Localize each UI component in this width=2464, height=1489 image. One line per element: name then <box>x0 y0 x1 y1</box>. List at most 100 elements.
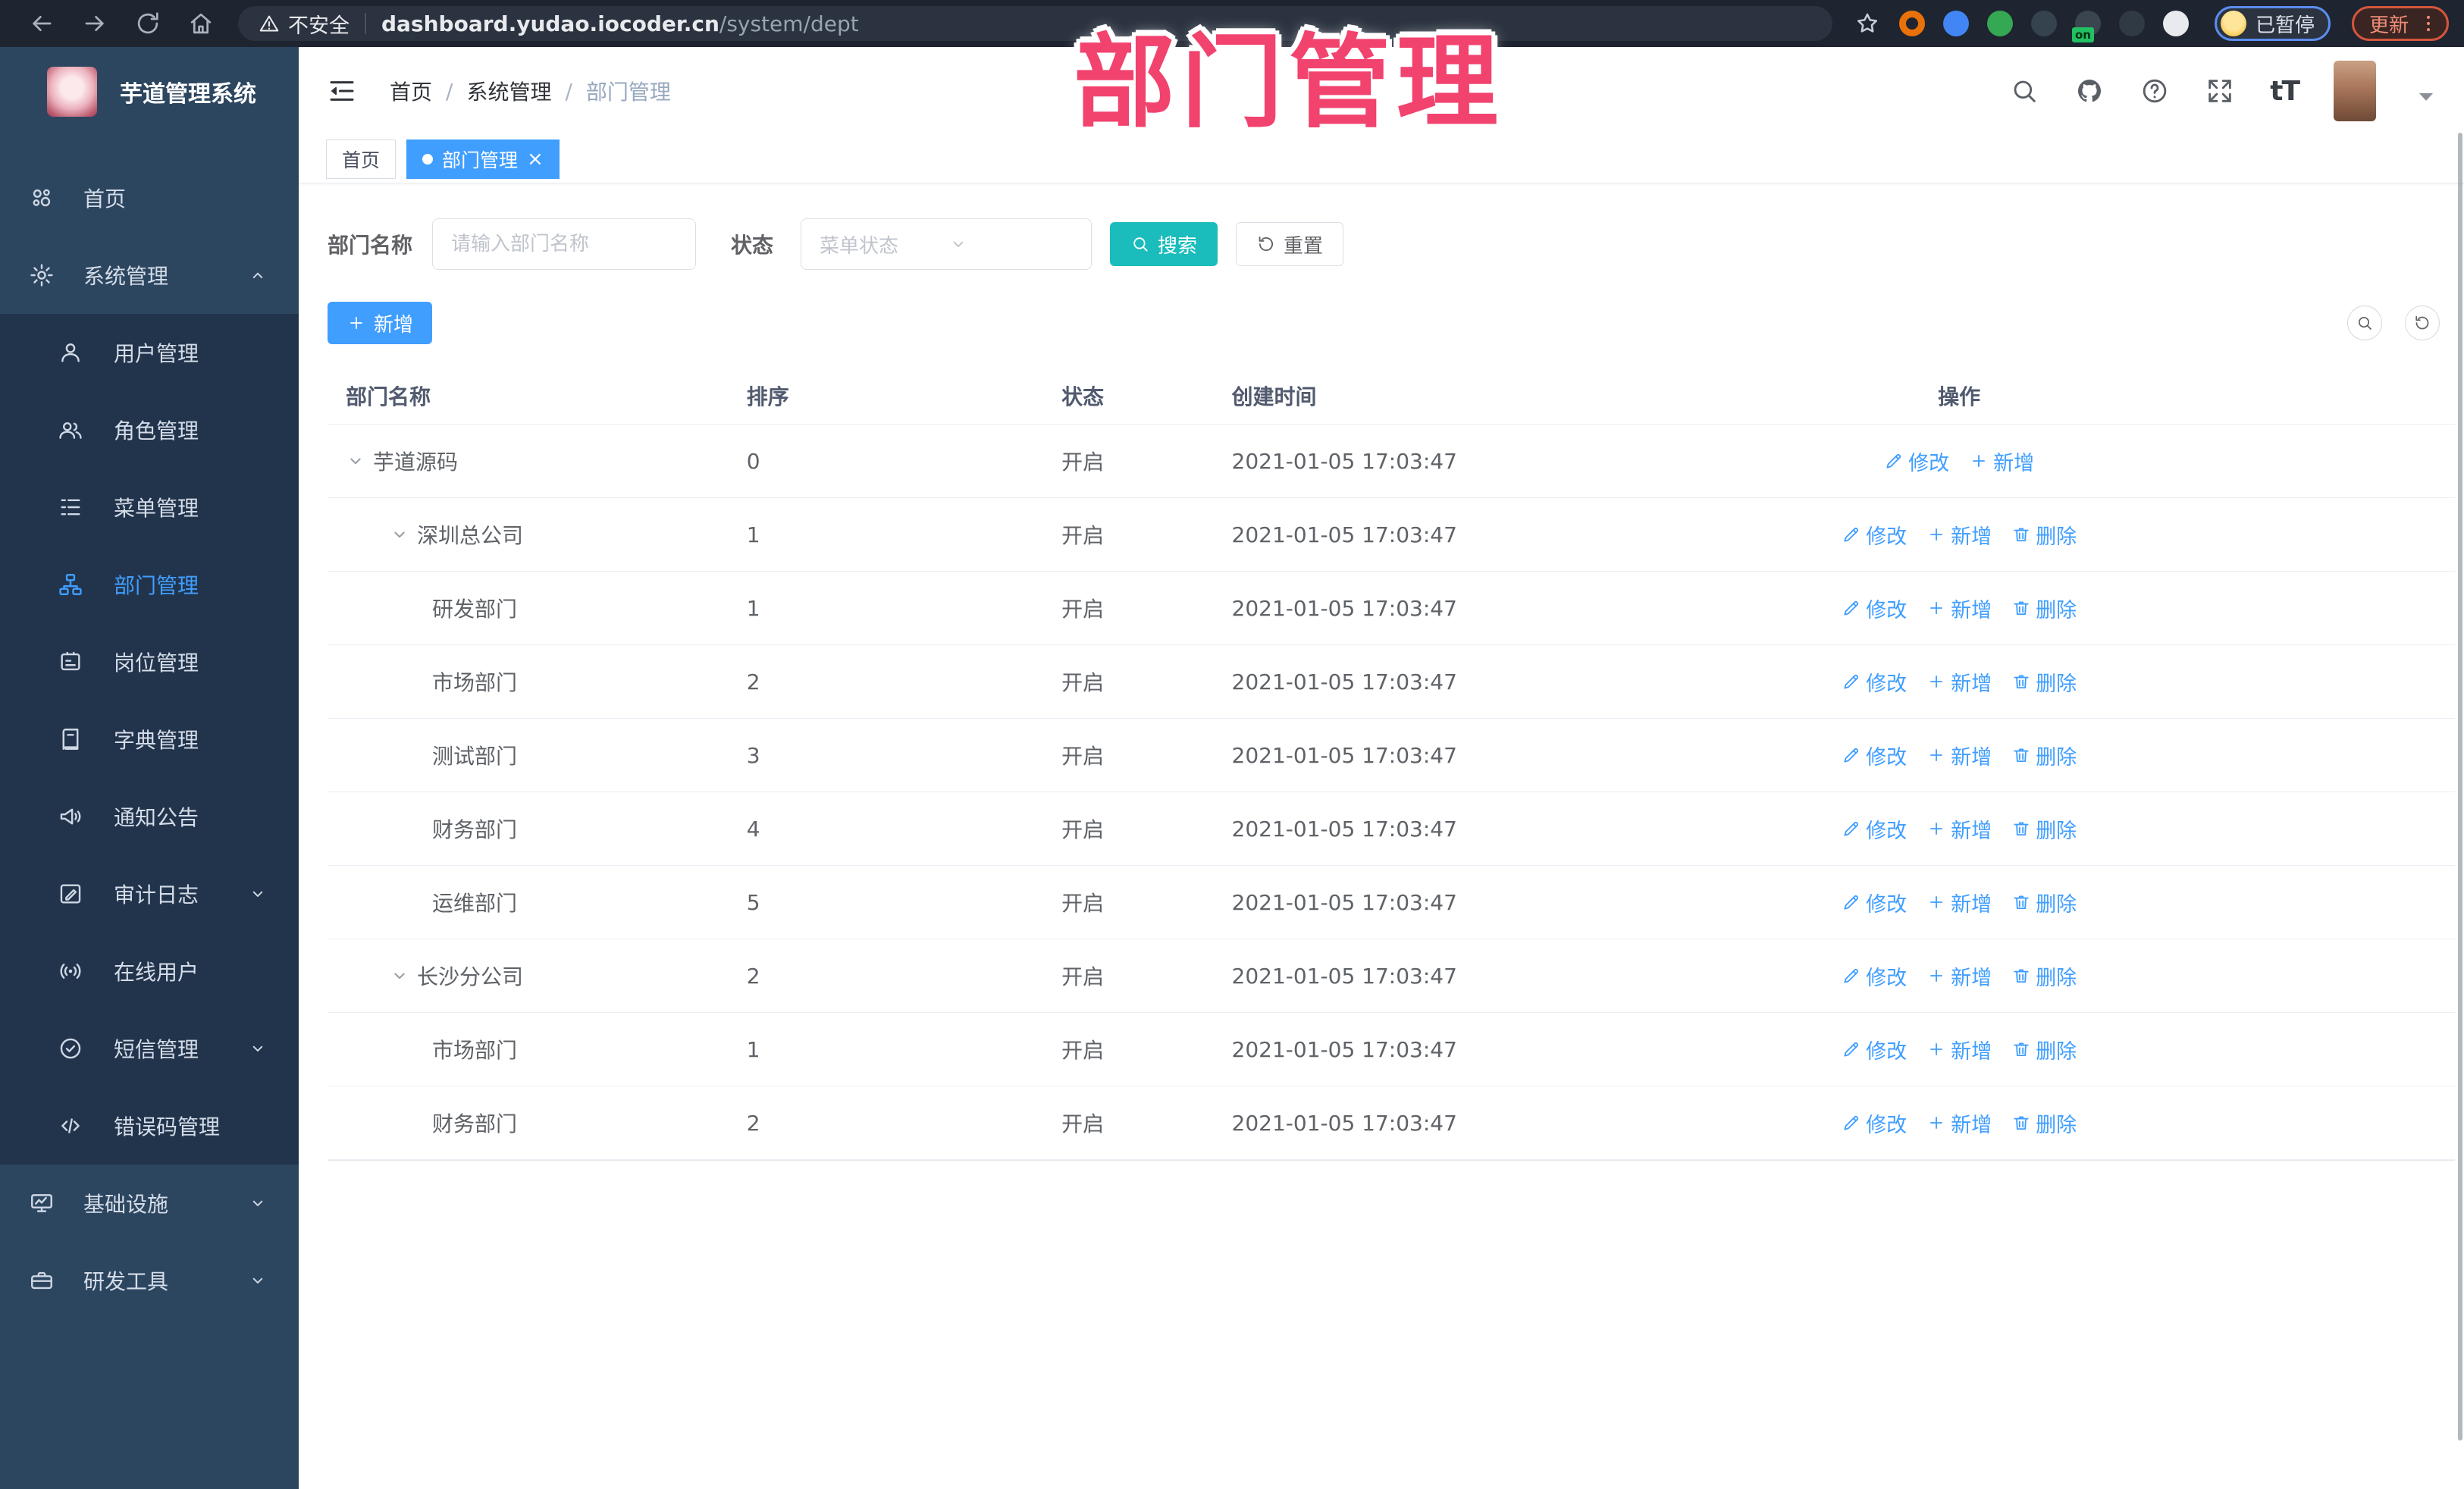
edit-link[interactable]: 修改 <box>1842 667 1907 697</box>
status-select[interactable]: 菜单状态 <box>801 218 1092 270</box>
add-link[interactable]: 新增 <box>1969 447 2034 476</box>
gear-icon <box>30 264 53 287</box>
delete-link[interactable]: 删除 <box>2011 667 2077 697</box>
hamburger-icon[interactable] <box>326 75 358 107</box>
sidebar-item-audit-log[interactable]: 审计日志 <box>0 855 299 933</box>
avatar-caret-down-icon[interactable] <box>2411 81 2434 101</box>
filter-form: 部门名称 状态 菜单状态 搜索 重置 <box>328 209 2455 279</box>
extension-puzzle-icon[interactable] <box>2162 11 2189 36</box>
delete-link[interactable]: 删除 <box>2011 520 2077 550</box>
sidebar-item-post-management[interactable]: 岗位管理 <box>0 623 299 701</box>
extension-tiles-icon[interactable] <box>2030 11 2057 36</box>
delete-link[interactable]: 删除 <box>2011 888 2077 917</box>
browser-back-button[interactable] <box>27 9 56 38</box>
sidebar-item-role-management[interactable]: 角色管理 <box>0 391 299 469</box>
delete-link[interactable]: 删除 <box>2011 1108 2077 1138</box>
browser-forward-button[interactable] <box>80 9 109 38</box>
extension-blue-gem-icon[interactable] <box>1942 11 1969 36</box>
status-cell: 开启 <box>1061 523 1105 548</box>
sidebar-item-sms-management[interactable]: 短信管理 <box>0 1010 299 1087</box>
edit-link[interactable]: 修改 <box>1842 520 1907 550</box>
chevron-down-icon <box>394 531 405 538</box>
browser-update-button[interactable]: 更新 <box>2351 6 2449 41</box>
sidebar-item-dept-management[interactable]: 部门管理 <box>0 546 299 623</box>
sidebar-item-notice-announcement[interactable]: 通知公告 <box>0 778 299 855</box>
refresh-table-button[interactable] <box>2405 306 2440 340</box>
tab-close-icon[interactable]: × <box>527 149 544 169</box>
profile-chip[interactable]: 已暂停 <box>2214 6 2331 41</box>
sidebar-item-dev-tools[interactable]: 研发工具 <box>0 1242 299 1319</box>
browser-home-button[interactable] <box>187 9 215 38</box>
add-link[interactable]: 新增 <box>1926 667 1992 697</box>
add-link[interactable]: 新增 <box>1926 520 1992 550</box>
edit-link[interactable]: 修改 <box>1884 447 1949 476</box>
trash-icon <box>2014 822 2029 836</box>
tab-首页[interactable]: 首页 <box>326 139 397 179</box>
font-size-icon[interactable]: tT <box>2270 76 2300 107</box>
add-link[interactable]: 新增 <box>1926 888 1992 917</box>
delete-link[interactable]: 删除 <box>2011 594 2077 623</box>
edit-link[interactable]: 修改 <box>1842 814 1907 844</box>
add-link[interactable]: 新增 <box>1926 1108 1992 1138</box>
extension-key-icon[interactable] <box>2118 11 2145 36</box>
toggle-search-button[interactable] <box>2347 306 2382 340</box>
expand-caret-icon[interactable] <box>344 450 367 472</box>
user-avatar[interactable] <box>2334 61 2376 121</box>
dept-name-input[interactable] <box>432 218 697 270</box>
sidebar-item-system-management[interactable]: 系统管理 <box>0 237 299 314</box>
search-button[interactable]: 搜索 <box>1110 222 1218 266</box>
add-link[interactable]: 新增 <box>1926 741 1992 770</box>
add-button[interactable]: 新增 <box>328 302 433 344</box>
address-bar[interactable]: 不安全 dashboard.yudao.iocoder.cn/system/de… <box>238 6 1832 41</box>
search-icon <box>2358 316 2372 330</box>
add-link[interactable]: 新增 <box>1926 1035 1992 1064</box>
logo-row[interactable]: 芋道管理系统 <box>0 47 299 136</box>
created-cell: 2021-01-05 17:03:47 <box>1231 1110 1457 1136</box>
help-icon[interactable] <box>2140 76 2170 106</box>
edit-link[interactable]: 修改 <box>1842 888 1907 917</box>
sidebar-item-menu-management[interactable]: 菜单管理 <box>0 469 299 546</box>
tab-部门管理[interactable]: 部门管理 × <box>406 139 560 179</box>
edit-link[interactable]: 修改 <box>1842 1035 1907 1064</box>
browser-reload-button[interactable] <box>133 9 162 38</box>
help-icon <box>2143 79 2167 103</box>
sidebar-item-home[interactable]: 首页 <box>0 159 299 237</box>
search-icon <box>2014 80 2036 102</box>
fullscreen-icon[interactable] <box>2205 76 2235 106</box>
sidebar-item-infrastructure[interactable]: 基础设施 <box>0 1165 299 1242</box>
delete-link[interactable]: 删除 <box>2011 961 2077 991</box>
delete-link[interactable]: 删除 <box>2011 814 2077 844</box>
add-link[interactable]: 新增 <box>1926 594 1992 623</box>
expand-caret-icon[interactable] <box>388 523 411 546</box>
kebab-menu-icon[interactable] <box>2418 13 2439 34</box>
extension-orange-icon[interactable] <box>1898 11 1925 36</box>
sidebar-item-error-code-management[interactable]: 错误码管理 <box>0 1087 299 1165</box>
delete-link[interactable]: 删除 <box>2011 741 2077 770</box>
breadcrumb-item[interactable]: 系统管理 <box>466 76 551 106</box>
delete-link[interactable]: 删除 <box>2011 1035 2077 1064</box>
expand-caret-icon[interactable] <box>388 964 411 987</box>
sidebar-item-online-users[interactable]: 在线用户 <box>0 933 299 1010</box>
bookmark-star-icon[interactable] <box>1854 10 1881 37</box>
sidebar-item-user-management[interactable]: 用户管理 <box>0 314 299 391</box>
delete-link-label: 删除 <box>2036 1113 2077 1137</box>
breadcrumb-item[interactable]: 首页 <box>390 76 432 106</box>
extension-switch-icon[interactable]: on <box>2071 11 2101 42</box>
table-row: 财务部门 4 开启 2021-01-05 17:03:47 修改 新增 删除 <box>328 792 2455 866</box>
search-icon[interactable] <box>2009 76 2039 106</box>
caret-down-icon <box>2419 92 2434 101</box>
edit-link[interactable]: 修改 <box>1842 594 1907 623</box>
extension-green-check-icon[interactable] <box>1986 11 2013 36</box>
scrollbar[interactable] <box>2458 133 2462 1440</box>
sort-cell: 1 <box>746 1036 760 1062</box>
edit-link[interactable]: 修改 <box>1842 961 1907 991</box>
sidebar-item-dict-management[interactable]: 字典管理 <box>0 701 299 778</box>
add-link[interactable]: 新增 <box>1926 814 1992 844</box>
status-cell: 开启 <box>1061 597 1105 622</box>
edit-link[interactable]: 修改 <box>1842 1108 1907 1138</box>
add-link[interactable]: 新增 <box>1926 961 1992 991</box>
add-link-label: 新增 <box>1951 966 1992 990</box>
edit-link[interactable]: 修改 <box>1842 741 1907 770</box>
reset-button[interactable]: 重置 <box>1236 222 1344 266</box>
github-icon[interactable] <box>2074 76 2105 106</box>
